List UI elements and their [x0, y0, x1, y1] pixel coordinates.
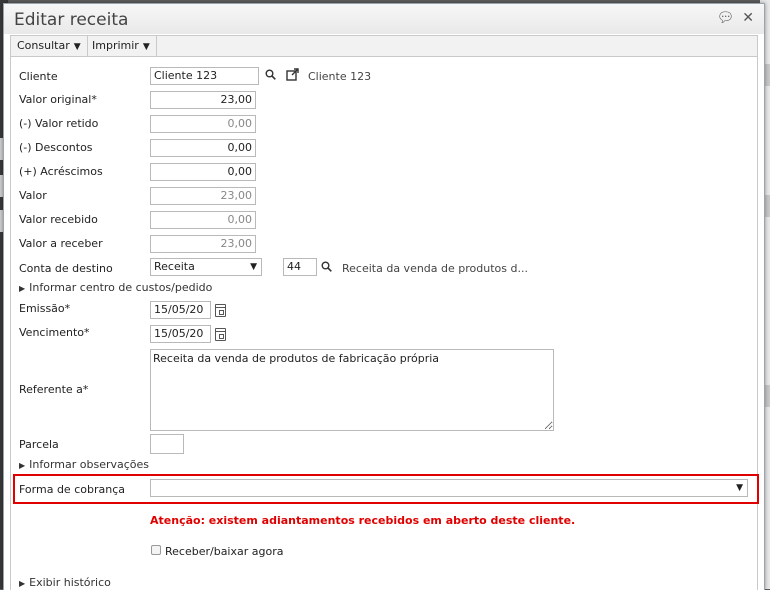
comment-icon[interactable]: 💬︎ — [716, 10, 734, 26]
valor-recebido-label: Valor recebido — [19, 213, 98, 226]
observacoes-expander[interactable]: ▶ Informar observações — [19, 458, 149, 471]
form-content: Cliente Cliente 123 Cliente 123 Valor or… — [10, 56, 759, 590]
dialog-title: Editar receita — [14, 10, 129, 30]
referente-textarea[interactable]: Receita da venda de produtos de fabricaç… — [150, 349, 554, 431]
expand-triangle-icon: ▶ — [19, 461, 26, 470]
calendar-icon[interactable] — [215, 328, 226, 341]
search-icon[interactable] — [321, 261, 332, 275]
expand-triangle-icon: ▶ — [19, 284, 26, 293]
valor-retido-label: (-) Valor retido — [19, 117, 99, 130]
descontos-label: (-) Descontos — [19, 141, 93, 154]
external-link-icon[interactable] — [286, 68, 300, 84]
dialog-titlebar: Editar receita 💬︎ ✕ — [4, 4, 764, 34]
valor-recebido-input: 0,00 — [150, 211, 256, 229]
cliente-input[interactable]: Cliente 123 — [150, 67, 259, 85]
centro-custos-label: Informar centro de custos/pedido — [29, 281, 213, 294]
acrescimos-label: (+) Acréscimos — [19, 165, 103, 178]
emissao-label: Emissão* — [19, 302, 71, 315]
advance-warning-text: Atenção: existem adiantamentos recebidos… — [150, 514, 576, 527]
close-icon[interactable]: ✕ — [742, 10, 754, 26]
cliente-link[interactable]: Cliente 123 — [308, 70, 371, 83]
forma-cobranca-label: Forma de cobrança — [19, 483, 125, 496]
conta-destino-selected: Receita — [154, 260, 195, 273]
valor-a-receber-label: Valor a receber — [19, 237, 103, 250]
conta-destino-description: Receita da venda de produtos d... — [342, 262, 528, 275]
edit-receivable-dialog: Editar receita 💬︎ ✕ Consultar ▼ Imprimir ▼… — [3, 3, 765, 590]
parcela-label: Parcela — [19, 438, 59, 451]
dropdown-arrow-icon: ▼ — [250, 262, 257, 272]
search-icon[interactable] — [265, 69, 276, 83]
expand-triangle-icon: ▶ — [19, 579, 26, 588]
emissao-input[interactable]: 15/05/20 — [150, 301, 211, 319]
dropdown-arrow-icon: ▼ — [736, 483, 743, 493]
calendar-icon[interactable] — [215, 304, 226, 317]
referente-label: Referente a* — [19, 383, 89, 396]
descontos-input[interactable]: 0,00 — [150, 139, 256, 157]
vencimento-label: Vencimento* — [19, 326, 90, 339]
menubar: Consultar ▼ Imprimir ▼ — [10, 35, 758, 57]
caret-down-icon: ▼ — [73, 42, 81, 52]
caret-down-icon: ▼ — [142, 42, 150, 52]
historico-label: Exibir histórico — [29, 576, 111, 589]
historico-expander[interactable]: ▶ Exibir histórico — [19, 576, 111, 589]
valor-retido-input[interactable]: 0,00 — [150, 115, 256, 133]
conta-destino-code-input[interactable]: 44 — [283, 258, 317, 276]
parcela-input[interactable] — [150, 434, 184, 454]
acrescimos-input[interactable]: 0,00 — [150, 163, 256, 181]
conta-destino-select[interactable]: Receita ▼ — [150, 258, 262, 276]
title-icons: 💬︎ ✕ — [716, 10, 754, 26]
valor-original-label: Valor original* — [19, 93, 97, 106]
valor-label: Valor — [19, 189, 47, 202]
receber-agora-checkbox[interactable] — [151, 545, 161, 555]
consultar-label: Consultar — [17, 39, 70, 52]
valor-original-input[interactable]: 23,00 — [150, 91, 256, 109]
valor-input: 23,00 — [150, 187, 256, 205]
consultar-menu-button[interactable]: Consultar ▼ — [11, 36, 88, 56]
conta-destino-label: Conta de destino — [19, 262, 113, 275]
cliente-label: Cliente — [19, 70, 58, 83]
imprimir-menu-button[interactable]: Imprimir ▼ — [86, 36, 157, 56]
imprimir-label: Imprimir — [92, 39, 139, 52]
valor-a-receber-input: 23,00 — [150, 235, 256, 253]
forma-cobranca-select[interactable]: ▼ — [150, 479, 748, 497]
observacoes-label: Informar observações — [29, 458, 150, 471]
centro-custos-expander[interactable]: ▶ Informar centro de custos/pedido — [19, 281, 212, 294]
vencimento-input[interactable]: 15/05/20 — [150, 325, 211, 343]
receber-agora-label[interactable]: Receber/baixar agora — [165, 545, 283, 558]
